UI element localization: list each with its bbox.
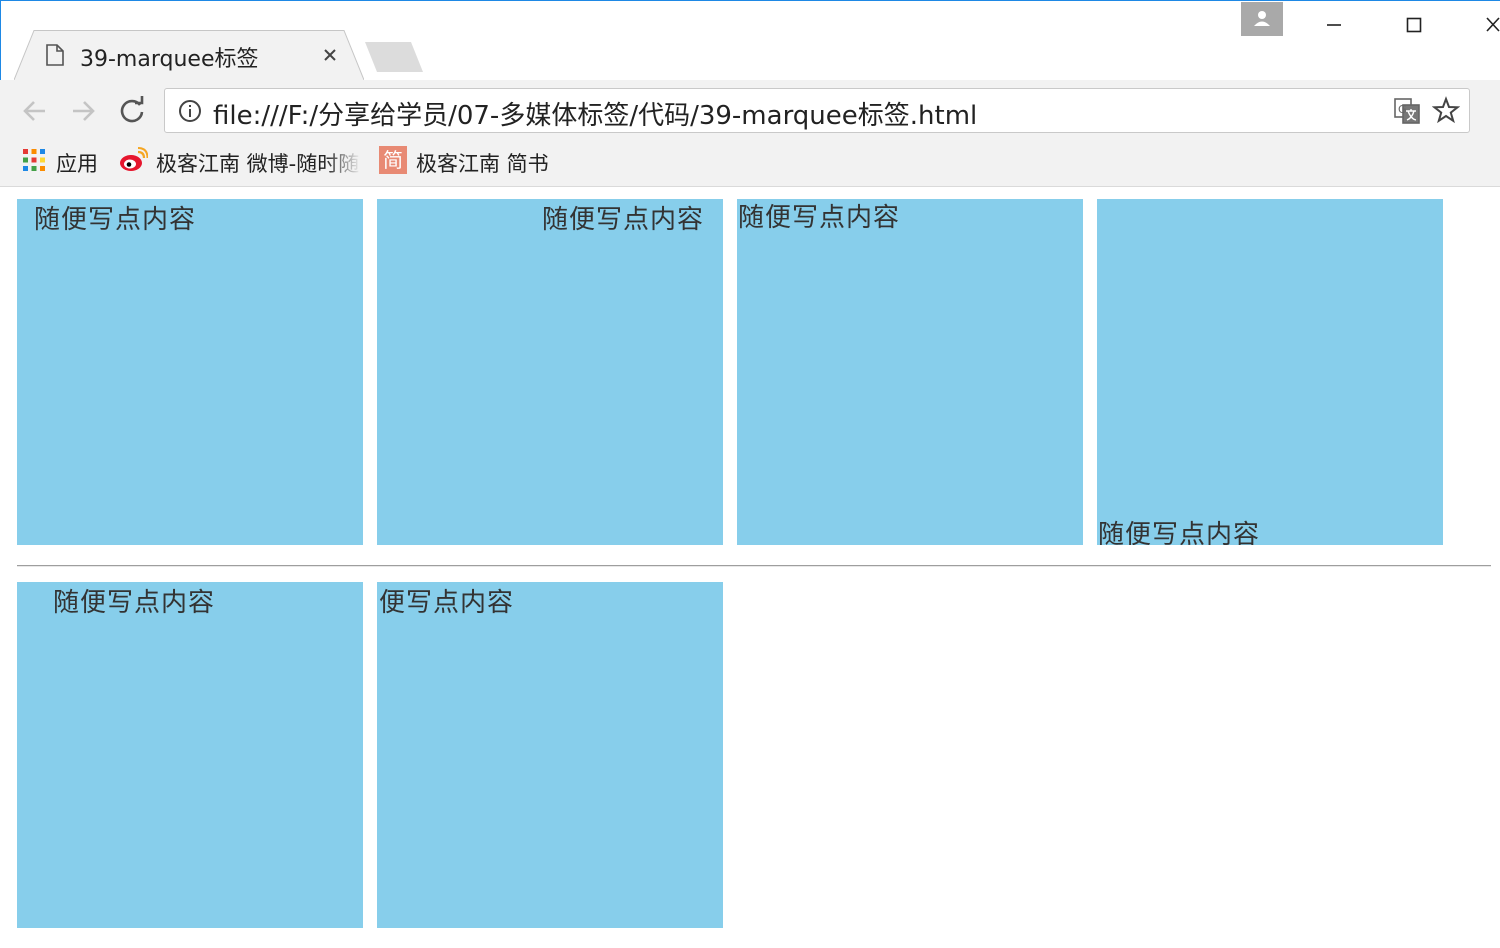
star-icon[interactable]	[1432, 96, 1460, 124]
marquee-box: 随便写点内容	[17, 582, 363, 928]
info-icon[interactable]	[178, 99, 202, 123]
maximize-icon[interactable]	[1399, 10, 1429, 40]
svg-text:G: G	[1398, 103, 1407, 116]
marquee-text: 随便写点内容	[738, 203, 901, 233]
forward-arrow-icon[interactable]	[68, 94, 98, 128]
bookmark-jianshu[interactable]: 极客江南 简书	[416, 148, 549, 178]
apps-grid-icon[interactable]	[22, 148, 46, 172]
horizontal-rule	[17, 565, 1491, 567]
translate-icon[interactable]: G	[1393, 97, 1421, 125]
url-text[interactable]: file:///F:/分享给学员/07-多媒体标签/代码/39-marquee标…	[213, 95, 977, 132]
profile-button[interactable]	[1241, 2, 1283, 36]
tab-title: 39-marquee标签	[80, 47, 259, 72]
marquee-text: 便写点内容	[379, 588, 515, 618]
marquee-box: 便写点内容	[377, 582, 723, 928]
bookmark-apps[interactable]: 应用	[56, 148, 98, 178]
marquee-box: 随便写点内容	[377, 199, 723, 545]
minimize-icon[interactable]	[1319, 10, 1349, 40]
page-icon	[46, 44, 64, 66]
close-icon[interactable]	[320, 45, 340, 65]
jianshu-icon[interactable]: 简	[379, 146, 407, 174]
marquee-box: 随便写点内容	[17, 199, 363, 545]
marquee-text: 随便写点内容	[542, 205, 705, 235]
reload-icon[interactable]	[117, 94, 147, 128]
marquee-box: 随便写点内容	[737, 199, 1083, 545]
marquee-text: 随便写点内容	[34, 205, 197, 235]
weibo-icon[interactable]	[118, 147, 148, 173]
back-arrow-icon[interactable]	[20, 94, 50, 128]
person-icon	[1254, 11, 1270, 26]
marquee-text: 随便写点内容	[1098, 520, 1261, 545]
window-close-icon[interactable]	[1478, 10, 1500, 40]
marquee-text: 随便写点内容	[53, 588, 216, 618]
bookmark-fade	[325, 146, 361, 176]
marquee-box: 随便写点内容	[1097, 199, 1443, 545]
